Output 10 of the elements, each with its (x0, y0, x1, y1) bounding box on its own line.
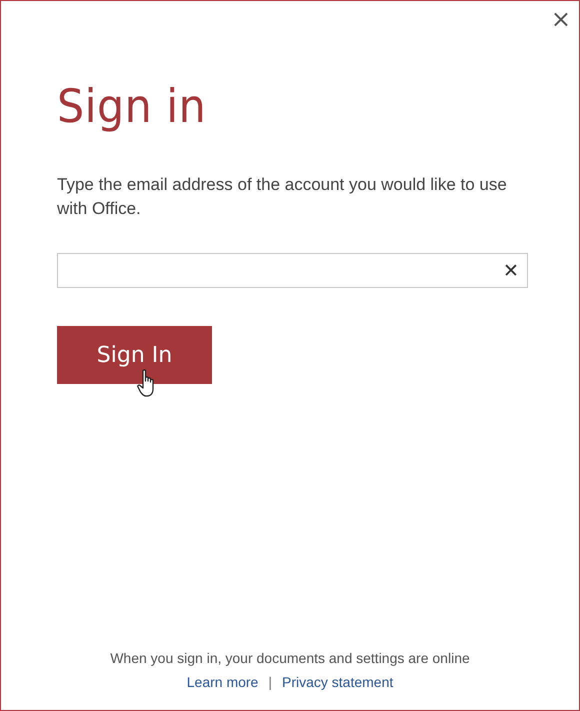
footer-link[interactable]: Privacy statement (282, 670, 394, 694)
sign-in-button[interactable]: Sign In (57, 326, 212, 384)
footer-note: When you sign in, your documents and settings are online (109, 649, 471, 668)
email-field[interactable]: ✕ (57, 253, 528, 288)
footer-link[interactable]: Learn more (186, 670, 258, 694)
link-separator: | (268, 673, 272, 692)
close-button[interactable]: × (548, 7, 573, 31)
prompt-text: Type the email address of the account you would like to use with Office. (57, 174, 508, 220)
clear-button[interactable]: ✕ (495, 258, 527, 282)
dialog-title: Sign in (57, 79, 208, 133)
